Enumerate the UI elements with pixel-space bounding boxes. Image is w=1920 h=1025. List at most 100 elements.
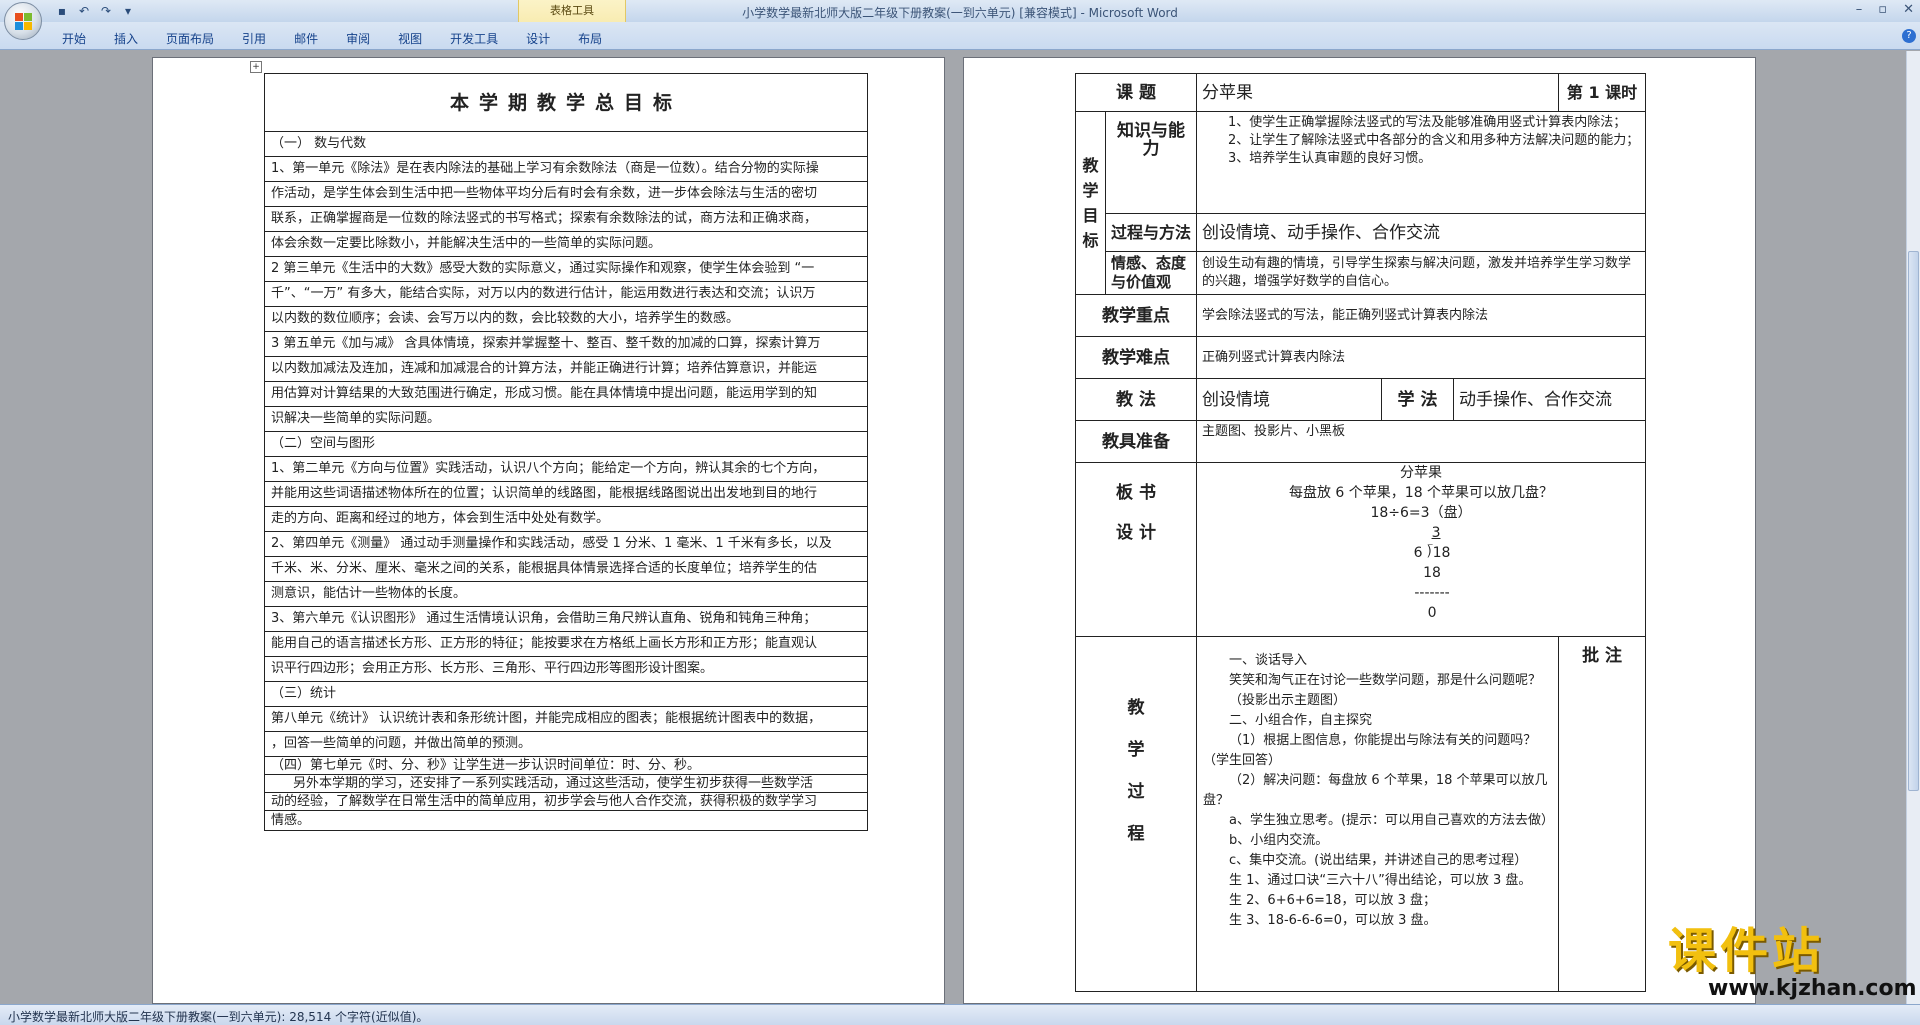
process-line: 笑笑和淘气正在讨论一些数学问题，那是什么问题呢？ bbox=[1229, 673, 1542, 688]
goal-line: 3 第五单元《加与减》 含具体情境，探索并掌握整十、整百、整千数的加减的口算，探… bbox=[264, 331, 868, 357]
teaching-process-label: 教学过程 bbox=[1074, 636, 1198, 992]
document-stats: 小学数学最新北师大版二年级下册教案(一到六单元): 28,514 个字符(近似值… bbox=[8, 1010, 429, 1024]
process-label-char: 程 bbox=[1127, 824, 1145, 844]
semester-goals-table: 本学期教学总目标 （一） 数与代数 1、第一单元《除法》是在表内除法的基础上学习有… bbox=[264, 73, 868, 831]
customize-qat-icon[interactable]: ▾ bbox=[120, 3, 136, 19]
redo-icon[interactable]: ↷ bbox=[98, 3, 114, 19]
process-method-value: 创设情境、动手操作、合作交流 bbox=[1196, 213, 1647, 252]
board-line: 0 bbox=[1427, 605, 1437, 621]
process-line: 生 2、6+6+6=18，可以放 3 盘； bbox=[1229, 893, 1436, 908]
goal-line: 联系，正确掌握商是一位数的除法竖式的书写格式；探索有余数除法的试，商方法和正确求… bbox=[264, 206, 868, 232]
ribbon-tab[interactable]: 开始 bbox=[48, 30, 100, 47]
remarks-label: 批 注 bbox=[1558, 636, 1647, 992]
goal-line: 另外本学期的学习，还安排了一系列实践活动，通过这些活动，使学生初步获得一些数学活 bbox=[264, 774, 868, 793]
topic-value: 分苹果 bbox=[1196, 73, 1560, 112]
ribbon-tab[interactable]: 插入 bbox=[100, 30, 152, 47]
process-line: a、学生独立思考。(提示：可以用自己喜欢的方法去做） bbox=[1229, 813, 1555, 828]
ribbon-tab-bar: 开始 插入 页面布局 引用 邮件 审阅 视图 开发工具 设计 布局 ? bbox=[0, 22, 1920, 50]
board-design-label: 板 书 设 计 bbox=[1074, 462, 1198, 637]
goal-line: 能用自己的语言描述长方形、正方形的特征；能按要求在方格纸上画长方形和正方形；能直… bbox=[264, 631, 868, 657]
save-icon[interactable]: ▪ bbox=[54, 3, 70, 19]
teaching-process-content: 一、谈话导入笑笑和淘气正在讨论一些数学问题，那是什么问题呢？ （投影出示主题图） 二… bbox=[1196, 636, 1560, 992]
ribbon-tab[interactable]: 布局 bbox=[564, 30, 616, 47]
goal-line: 以内数加减法及连加，连减和加减混合的计算方法，并能正确进行计算；培养估算意识，并… bbox=[264, 356, 868, 382]
ribbon-tab[interactable]: 页面布局 bbox=[152, 30, 228, 47]
goal-line: 测意识，能估计一些物体的长度。 bbox=[264, 581, 868, 607]
process-line: （2）解决问题：每盘放 6 个苹果，18 个苹果可以放几盘？ bbox=[1203, 773, 1548, 808]
process-label-char: 学 bbox=[1127, 740, 1145, 760]
ribbon-tab[interactable]: 设计 bbox=[512, 30, 564, 47]
vertical-scrollbar[interactable] bbox=[1906, 51, 1920, 1004]
goal-line: 千”、“一万” 有多大，能结合实际，对万以内的数进行估计，能运用数进行表达和交流… bbox=[264, 281, 868, 307]
goal-line: 识平行四边形；会用正方形、长方形、三角形、平行四边形等图形设计图案。 bbox=[264, 656, 868, 682]
page-title: 本学期教学总目标 bbox=[264, 73, 868, 132]
scroll-thumb[interactable] bbox=[1908, 251, 1919, 791]
section-heading: （一） 数与代数 bbox=[264, 131, 868, 157]
office-button[interactable] bbox=[4, 2, 42, 40]
process-line: （投影出示主题图） bbox=[1229, 693, 1347, 708]
goal-line: 作活动，是学生体会到生活中把一些物体平均分后有时会有余数，进一步体会除法与生活的… bbox=[264, 181, 868, 207]
teaching-aids-value: 主题图、投影片、小黑板 bbox=[1196, 420, 1647, 463]
goal-line: 1、第二单元《方向与位置》实践活动，认识八个方向；能给定一个方向，辨认其余的七个… bbox=[264, 456, 868, 482]
teaching-aids-label: 教具准备 bbox=[1074, 420, 1198, 463]
ribbon-tab[interactable]: 视图 bbox=[384, 30, 436, 47]
knowledge-item: 2、让学生了解除法竖式中各部分的含义和用多种方法解决问题的能力； bbox=[1228, 133, 1640, 148]
help-icon[interactable]: ? bbox=[1902, 29, 1916, 43]
process-label-char: 过 bbox=[1127, 782, 1145, 802]
ribbon-tab[interactable]: 邮件 bbox=[280, 30, 332, 47]
ribbon-tab[interactable]: 引用 bbox=[228, 30, 280, 47]
board-line: 每盘放 6 个苹果，18 个苹果可以放几盘？ bbox=[1288, 485, 1554, 501]
goal-line: 第八单元《统计》 认识统计表和条形统计图，并能完成相应的图表；能根据统计图表中的… bbox=[264, 706, 868, 732]
undo-icon[interactable]: ↶ bbox=[76, 3, 92, 19]
goal-line: 千米、米、分米、厘米、毫米之间的关系，能根据具体情景选择合适的长度单位；培养学生… bbox=[264, 556, 868, 582]
process-label-char: 教 bbox=[1127, 698, 1145, 718]
difficulty-value: 正确列竖式计算表内除法 bbox=[1196, 336, 1647, 379]
process-line: c、集中交流。(说出结果，并讲述自己的思考过程） bbox=[1229, 853, 1528, 868]
goal-line: 3、第六单元《认识图形》 通过生活情境认识角，会借助三角尺辨认直角、锐角和钝角三… bbox=[264, 606, 868, 632]
window-controls: – ▫ ✕ bbox=[1856, 2, 1914, 17]
minimize-icon[interactable]: – bbox=[1856, 2, 1863, 17]
goal-line: 体会余数一定要比除数小，并能解决生活中的一些简单的实际问题。 bbox=[264, 231, 868, 257]
topic-label: 课 题 bbox=[1074, 73, 1198, 112]
ribbon-tabs: 开始 插入 页面布局 引用 邮件 审阅 视图 开发工具 设计 布局 bbox=[48, 30, 616, 47]
board-design-content: 分苹果 每盘放 6 个苹果，18 个苹果可以放几盘？ 18÷6=3（盘） 3 6 ⟌18… bbox=[1196, 462, 1647, 637]
ribbon-tab[interactable]: 开发工具 bbox=[436, 30, 512, 47]
ribbon-tab[interactable]: 审阅 bbox=[332, 30, 384, 47]
difficulty-label: 教学难点 bbox=[1074, 336, 1198, 379]
quick-access-toolbar: ▪ ↶ ↷ ▾ bbox=[54, 3, 136, 19]
process-line: 一、谈话导入 bbox=[1229, 653, 1308, 668]
goal-line: 识解决一些简单的实际问题。 bbox=[264, 406, 868, 432]
goals-label: 教学目标 bbox=[1075, 111, 1106, 295]
key-point-value: 学会除法竖式的写法，能正确列竖式计算表内除法 bbox=[1196, 294, 1647, 337]
teaching-method-label: 教 法 bbox=[1074, 378, 1198, 421]
emotion-value: 创设生动有趣的情境，引导学生探索与解决问题，激发并培养学生学习数学的兴趣，增强学… bbox=[1196, 251, 1647, 295]
maximize-icon[interactable]: ▫ bbox=[1878, 2, 1887, 17]
knowledge-ability-content: 1、使学生正确掌握除法竖式的写法及能够准确用竖式计算表内除法； 2、让学生了解除法… bbox=[1196, 111, 1647, 214]
knowledge-ability-label: 知识与能力 bbox=[1104, 111, 1198, 214]
process-line: 生 1、通过口诀“三六十八”得出结论，可以放 3 盘。 bbox=[1229, 873, 1532, 888]
goal-line: 1、第一单元《除法》是在表内除法的基础上学习有余数除法（商是一位数）。结合分物的… bbox=[264, 156, 868, 182]
knowledge-item: 3、培养学生认真审题的良好习惯。 bbox=[1228, 151, 1432, 166]
board-line: 3 bbox=[1431, 525, 1441, 541]
section-heading: （二）空间与图形 bbox=[264, 431, 868, 457]
goal-line: 并能用这些词语描述物体所在的位置；认识简单的线路图，能根据线路图说出出发地到目的… bbox=[264, 481, 868, 507]
goal-line: 动的经验，了解数学在日常生活中的简单应用，初步学会与他人合作交流，获得积极的数学… bbox=[264, 792, 868, 811]
knowledge-item: 1、使学生正确掌握除法竖式的写法及能够准确用竖式计算表内除法； bbox=[1228, 115, 1627, 130]
status-bar: 小学数学最新北师大版二年级下册教案(一到六单元): 28,514 个字符(近似值… bbox=[0, 1004, 1920, 1025]
office-logo-icon bbox=[15, 13, 32, 30]
goal-line: 以内数的数位顺序；会读、会写万以内的数，会比较数的大小，培养学生的数感。 bbox=[264, 306, 868, 332]
process-line: 生 3、18-6-6-6=0，可以放 3 盘。 bbox=[1229, 913, 1437, 928]
close-icon[interactable]: ✕ bbox=[1903, 2, 1914, 17]
board-line: 6 ⟌18 bbox=[1413, 545, 1451, 561]
goal-line: （四）第七单元《时、分、秒》让学生进一步认识时间单位：时、分、秒。 bbox=[264, 756, 868, 775]
process-line: 二、小组合作，自主探究 bbox=[1229, 713, 1373, 728]
key-point-label: 教学重点 bbox=[1074, 294, 1198, 337]
goal-line: 2、第四单元《测量》 通过动手测量操作和实践活动，感受 1 分米、1 毫米、1 … bbox=[264, 531, 868, 557]
table-move-handle-icon[interactable]: + bbox=[250, 61, 262, 73]
lesson-number: 第 1 课时 bbox=[1558, 73, 1647, 112]
board-line: 分苹果 bbox=[1400, 465, 1443, 481]
board-line: 18 bbox=[1423, 565, 1441, 581]
learning-method-value: 动手操作、合作交流 bbox=[1453, 378, 1647, 421]
watermark-logo: 课件站 www.kjzhan.com bbox=[1668, 923, 1917, 1001]
goal-line: 走的方向、距离和经过的地方，体会到生活中处处有数学。 bbox=[264, 506, 868, 532]
